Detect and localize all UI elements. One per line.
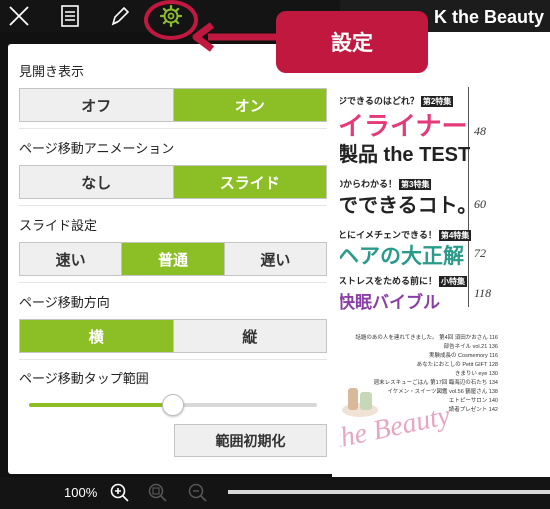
list-item: 実験成長の Cosmemory 116 (429, 353, 498, 359)
product-photo (342, 388, 378, 417)
animation-none-option[interactable]: なし (20, 166, 174, 198)
list-item: きまりい eye 130 (454, 371, 498, 377)
tap-range-label: ページ移動タップ範囲 (19, 371, 149, 386)
slide-setting-label: スライド設定 (19, 218, 98, 233)
magazine-page: ジできるのはどれ？ 第2特集 イライナー 製品 the TEST 48 0からわか… (332, 32, 550, 477)
speed-fast-option[interactable]: 速い (20, 243, 123, 275)
page-animation-label: ページ移動アニメーション (19, 141, 175, 156)
list-item: 話題のあの人を連れてきました。 第4回 須田かおさん 116 (355, 335, 498, 341)
toc-title-sub: 製品 the TEST (338, 144, 471, 166)
list-item: あなたにおとしの Petit GIFT 128 (416, 362, 498, 368)
page-direction-toggle: 横 縦 (19, 319, 327, 353)
toc-kicker: ストレスをためる前に！ 小特集 (338, 276, 468, 287)
toc-title: ヘアの大正解 (338, 245, 464, 268)
pen-icon[interactable] (106, 0, 134, 32)
toc-page-number: 118 (474, 286, 492, 300)
page-direction-label: ページ移動方向 (19, 295, 110, 310)
divider (19, 128, 327, 129)
spread-toggle: オフ オン (19, 88, 327, 122)
settings-callout: 設定 (276, 11, 428, 73)
divider (19, 359, 327, 360)
animation-slide-option[interactable]: スライド (173, 166, 326, 198)
list-item: 部告ネイル vol.21 136 (443, 344, 498, 350)
close-icon[interactable] (4, 0, 34, 32)
zoom-out-icon[interactable] (186, 477, 210, 509)
direction-horizontal-option[interactable]: 横 (20, 320, 174, 352)
spread-label: 見開き表示 (19, 64, 85, 79)
zoom-reset-icon[interactable] (146, 477, 170, 509)
toc-title: でできるコト。 (338, 195, 478, 217)
zoom-in-icon[interactable] (108, 477, 132, 509)
zoom-level: 100% (64, 485, 98, 500)
page-animation-toggle: なし スライド (19, 165, 327, 199)
speed-slow-option[interactable]: 遅い (224, 243, 326, 275)
tap-range-slider-thumb[interactable] (162, 394, 184, 416)
tap-range-slider-fill (29, 403, 173, 407)
slide-speed-toggle: 速い 普通 遅い (19, 242, 327, 276)
spread-on-option[interactable]: オン (173, 89, 326, 121)
direction-vertical-option[interactable]: 縦 (173, 320, 326, 352)
toc-page-number: 72 (474, 246, 486, 260)
arrow-icon (192, 22, 278, 52)
toc-list-icon[interactable] (56, 0, 84, 32)
toc-page-number: 48 (474, 124, 486, 138)
toc-page-number: 60 (474, 197, 486, 211)
divider (19, 282, 327, 283)
toc-title: 快眠バイブル (338, 293, 440, 312)
page-slider[interactable] (228, 490, 550, 494)
reset-range-button[interactable]: 範囲初期化 (174, 424, 327, 457)
divider (19, 205, 327, 206)
spread-off-option[interactable]: オフ (20, 89, 174, 121)
settings-panel: 見開き表示 オフ オン ページ移動アニメーション なし スライド スライド設定 … (8, 44, 340, 474)
speed-normal-option[interactable]: 普通 (122, 243, 225, 275)
